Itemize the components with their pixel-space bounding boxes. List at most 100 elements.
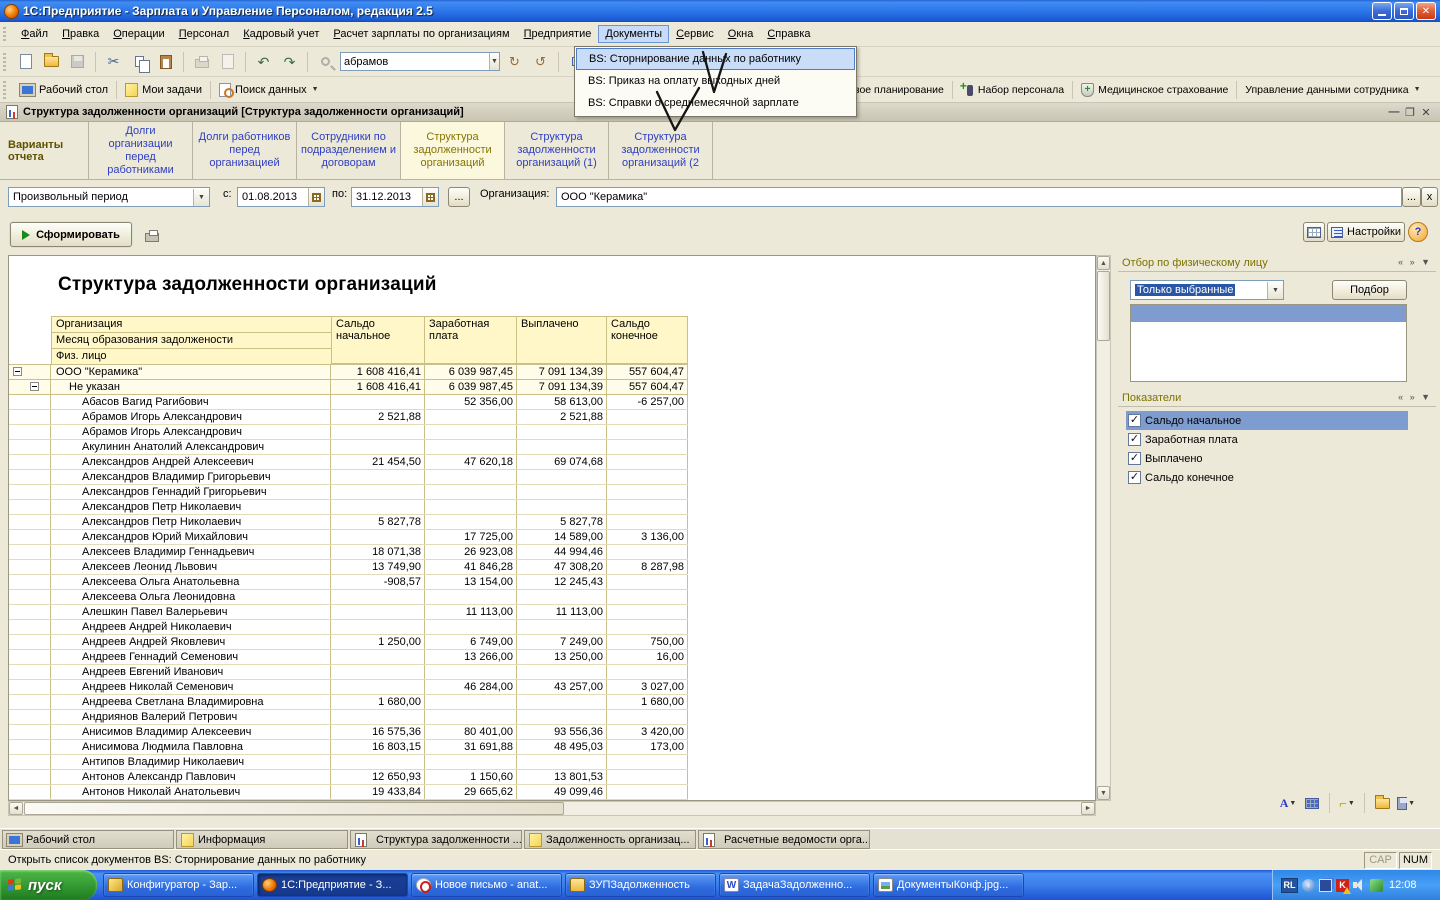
menu-item-Справка[interactable]: Справка bbox=[760, 25, 817, 43]
menu-item-Расчет зарплаты по организациям[interactable]: Расчет зарплаты по организациям bbox=[326, 25, 516, 43]
taskbar-task[interactable]: Конфигуратор - Зар... bbox=[103, 873, 254, 897]
filter-dropdown-icon[interactable]: ▼ bbox=[1267, 282, 1283, 299]
hr-panel-button[interactable]: Набор персонала bbox=[955, 81, 1070, 99]
mdi-minimize-icon[interactable]: — bbox=[1386, 106, 1402, 118]
organization-clear-icon[interactable]: x bbox=[1421, 187, 1438, 207]
table-row[interactable]: Алексеева Ольга Анатольевна-908,5713 154… bbox=[9, 575, 688, 590]
font-format-icon[interactable]: A▼ bbox=[1278, 794, 1298, 812]
indicator-item[interactable]: ✓Выплачено bbox=[1126, 449, 1408, 468]
minimize-button[interactable] bbox=[1372, 2, 1392, 20]
panel-button-3[interactable]: Поиск данных▼ bbox=[213, 81, 325, 99]
checkbox[interactable]: ✓ bbox=[1128, 433, 1141, 446]
find-prev-icon[interactable]: ↺ bbox=[529, 51, 552, 73]
checkbox[interactable]: ✓ bbox=[1128, 452, 1141, 465]
table-row[interactable]: Александров Петр Николаевич bbox=[9, 500, 688, 515]
taskbar-task[interactable]: ДокументыКонф.jpg... bbox=[873, 873, 1024, 897]
network-icon[interactable] bbox=[1319, 879, 1332, 892]
table-row[interactable]: Александров Юрий Михайлович17 725,0014 5… bbox=[9, 530, 688, 545]
help-button[interactable]: ? bbox=[1408, 222, 1428, 242]
menu-item-Кадровый учет[interactable]: Кадровый учет bbox=[236, 25, 326, 43]
mdi-tab[interactable]: Информация bbox=[176, 830, 348, 849]
table-row[interactable]: Андреев Николай Семенович46 284,0043 257… bbox=[9, 680, 688, 695]
period-dropdown-icon[interactable]: ▼ bbox=[193, 189, 209, 206]
filter-mode-combo[interactable]: Только выбранные ▼ bbox=[1130, 280, 1284, 300]
find-next-icon[interactable]: ↻ bbox=[503, 51, 526, 73]
table-row[interactable]: ООО "Керамика"1 608 416,416 039 987,457 … bbox=[9, 365, 688, 380]
report-tab[interactable]: Долги работников перед организацией bbox=[193, 122, 297, 179]
table-row[interactable]: Абрамов Игорь Александрович2 521,882 521… bbox=[9, 410, 688, 425]
taskbar-task[interactable]: ЗУПЗадолженность bbox=[565, 873, 716, 897]
selected-empty-row[interactable] bbox=[1131, 305, 1406, 322]
table-row[interactable]: Акулинин Анатолий Александрович bbox=[9, 440, 688, 455]
table-row[interactable]: Антипов Владимир Николаевич bbox=[9, 755, 688, 770]
organization-pick-button[interactable]: ... bbox=[1402, 187, 1421, 207]
taskbar-task[interactable]: WЗадачаЗадолженно... bbox=[719, 873, 870, 897]
table-row[interactable]: Анисимова Людмила Павловна16 803,1531 69… bbox=[9, 740, 688, 755]
mdi-restore-icon[interactable]: ❐ bbox=[1402, 106, 1418, 119]
cut-icon[interactable]: ✂ bbox=[102, 51, 125, 73]
horizontal-scrollbar[interactable]: ◄ ► bbox=[8, 801, 1096, 816]
close-button[interactable]: ✕ bbox=[1416, 2, 1436, 20]
clock[interactable]: 12:08 bbox=[1389, 879, 1417, 891]
antivirus-icon[interactable]: K bbox=[1336, 879, 1349, 892]
table-row[interactable]: Антонов Николай Анатольевич19 433,8429 6… bbox=[9, 785, 688, 800]
scroll-down-icon[interactable]: ▼ bbox=[1097, 786, 1110, 800]
table-row[interactable]: Андреев Андрей Яковлевич1 250,006 749,00… bbox=[9, 635, 688, 650]
mdi-close-icon[interactable]: ✕ bbox=[1418, 106, 1434, 119]
search-input[interactable] bbox=[341, 56, 489, 68]
calendar-icon[interactable] bbox=[422, 188, 438, 206]
table-row[interactable]: Александров Геннадий Григорьевич bbox=[9, 485, 688, 500]
mdi-tab[interactable]: Рабочий стол bbox=[2, 830, 174, 849]
print-result-icon[interactable] bbox=[140, 224, 163, 246]
table-row[interactable]: Андреев Евгений Иванович bbox=[9, 665, 688, 680]
table-row[interactable]: Анисимов Владимир Алексеевич16 575,3680 … bbox=[9, 725, 688, 740]
indicator-item[interactable]: ✓Сальдо конечное bbox=[1126, 468, 1408, 487]
menu-item-Правка[interactable]: Правка bbox=[55, 25, 106, 43]
settings-button[interactable]: Настройки bbox=[1327, 222, 1405, 242]
indicator-item[interactable]: ✓Сальдо начальное bbox=[1126, 411, 1408, 430]
table-row[interactable]: Алексеев Леонид Львович13 749,9041 846,2… bbox=[9, 560, 688, 575]
tray-hide-icon[interactable]: ‹ bbox=[1302, 879, 1315, 892]
menu-item-Предприятие[interactable]: Предприятие bbox=[517, 25, 599, 43]
table-row[interactable]: Абасов Вагид Рагибович52 356,0058 613,00… bbox=[9, 395, 688, 410]
hr-panel-button[interactable]: вое планирование bbox=[848, 82, 950, 98]
pick-button[interactable]: Подбор bbox=[1332, 280, 1407, 300]
menu-item-Операции[interactable]: Операции bbox=[106, 25, 171, 43]
table-row[interactable]: Алешкин Павел Валерьевич11 113,0011 113,… bbox=[9, 605, 688, 620]
table-view-icon[interactable] bbox=[1302, 794, 1322, 812]
table-row[interactable]: Антонов Александр Павлович12 650,931 150… bbox=[9, 770, 688, 785]
undo-icon[interactable]: ↶ bbox=[252, 51, 275, 73]
taskbar-task[interactable]: 1С:Предприятие - З... bbox=[257, 873, 408, 897]
print-icon[interactable] bbox=[190, 51, 213, 73]
date-to-field[interactable]: 31.12.2013 bbox=[351, 187, 439, 207]
dropdown-menu-item[interactable]: BS: Приказ на оплату выходных дней bbox=[576, 70, 855, 92]
paste-icon[interactable] bbox=[154, 51, 177, 73]
restore-button[interactable] bbox=[1394, 2, 1414, 20]
table-row[interactable]: Андреева Светлана Владимировна1 680,001 … bbox=[9, 695, 688, 710]
indicator-item[interactable]: ✓Заработная плата bbox=[1126, 430, 1408, 449]
agent-icon[interactable] bbox=[1370, 879, 1383, 892]
table-row[interactable]: Абрамов Игорь Александрович bbox=[9, 425, 688, 440]
menu-item-Персонал[interactable]: Персонал bbox=[172, 25, 237, 43]
volume-icon[interactable] bbox=[1353, 879, 1366, 892]
period-more-button[interactable]: ... bbox=[448, 187, 470, 207]
mdi-tab[interactable]: Расчетные ведомости орга... bbox=[698, 830, 870, 849]
table-row[interactable]: Не указан1 608 416,416 039 987,457 091 1… bbox=[9, 380, 688, 395]
menu-item-Файл[interactable]: Файл bbox=[14, 25, 55, 43]
scroll-thumb[interactable] bbox=[1097, 271, 1110, 341]
save-report-icon[interactable]: ▼ bbox=[1396, 794, 1416, 812]
copy-icon[interactable] bbox=[128, 51, 151, 73]
search-dropdown-icon[interactable]: ▼ bbox=[489, 53, 499, 70]
calendar-icon[interactable] bbox=[308, 188, 324, 206]
scroll-left-icon[interactable]: ◄ bbox=[9, 802, 23, 815]
panel-collapse-icons[interactable]: « » ▼ bbox=[1398, 392, 1432, 402]
menu-item-Документы[interactable]: Документы bbox=[598, 25, 669, 43]
date-from-field[interactable]: 01.08.2013 bbox=[237, 187, 325, 207]
save-icon[interactable] bbox=[66, 51, 89, 73]
period-combo[interactable]: Произвольный период ▼ bbox=[8, 187, 210, 207]
table-row[interactable]: Александров Петр Николаевич5 827,785 827… bbox=[9, 515, 688, 530]
scroll-thumb[interactable] bbox=[24, 802, 564, 815]
menu-item-Окна[interactable]: Окна bbox=[721, 25, 761, 43]
search-icon[interactable] bbox=[314, 51, 337, 73]
dropdown-menu-item[interactable]: BS: Справки о среднемесячной зарплате bbox=[576, 92, 855, 114]
